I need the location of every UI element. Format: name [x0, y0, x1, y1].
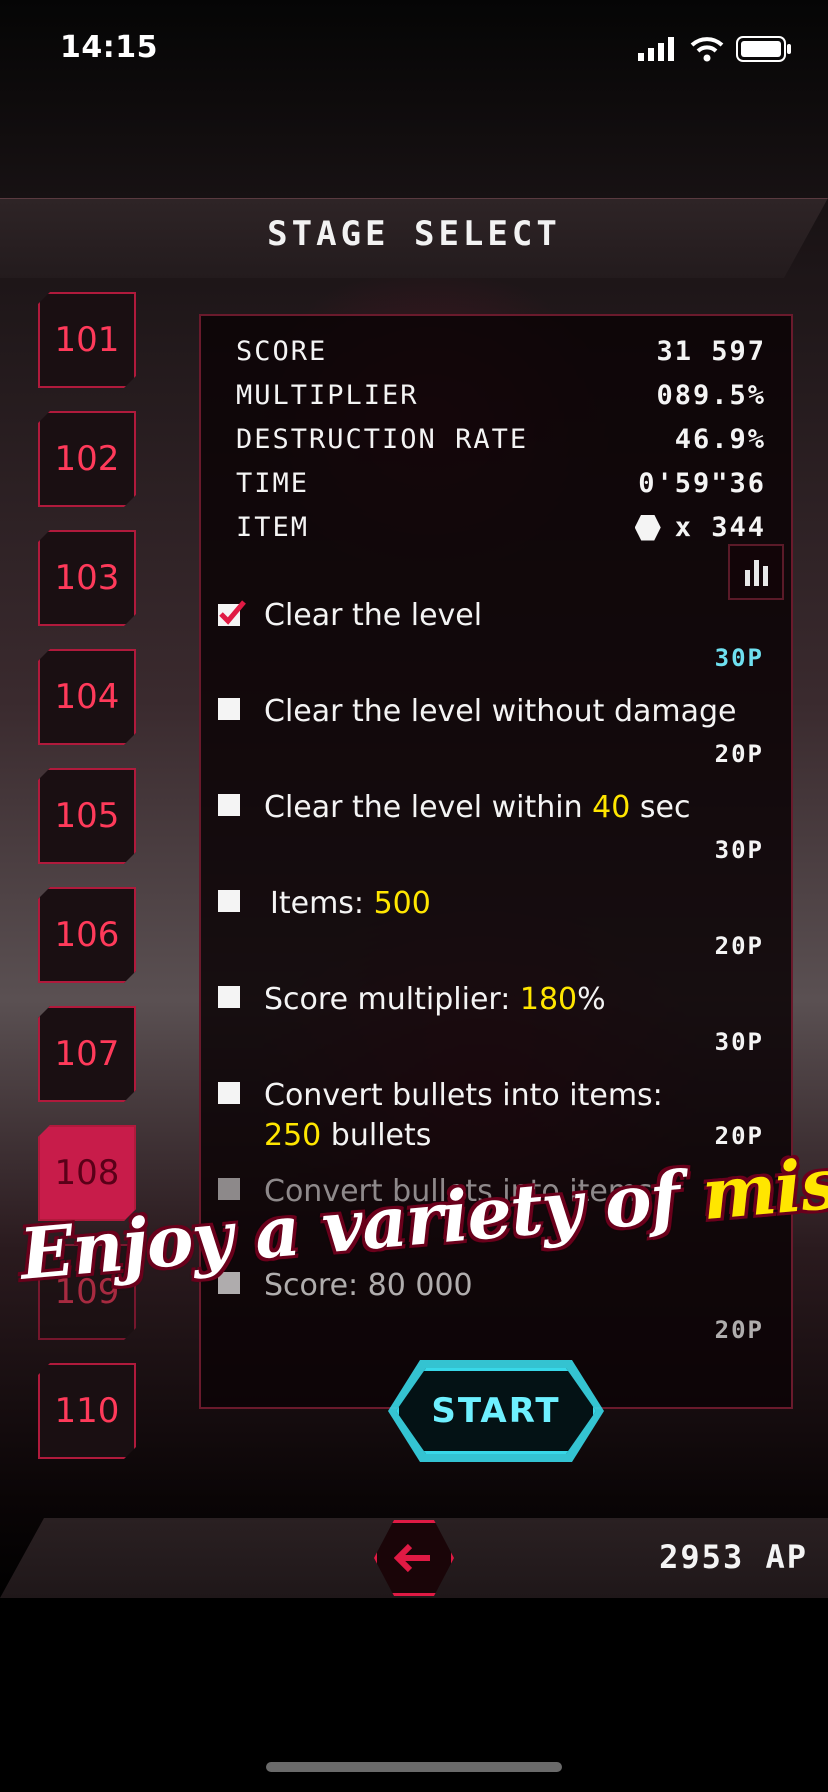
stat-score-value: 31 597	[656, 336, 766, 367]
checkbox[interactable]	[218, 986, 240, 1008]
mission-points: 20P	[714, 1316, 764, 1344]
stage-button-106[interactable]: 106	[38, 887, 136, 983]
ap-counter: 2953 AP	[659, 1538, 808, 1576]
stat-time: TIME 0'59"36	[236, 468, 766, 508]
mission-points: 30P	[714, 644, 764, 672]
mission-highlight: 180	[519, 982, 578, 1017]
mission-text: Score multiplier:	[264, 982, 520, 1017]
mission-item: Items: 500 20P	[218, 884, 778, 964]
mission-text: Items:	[270, 886, 374, 921]
stat-multiplier: MULTIPLIER 089.5%	[236, 380, 766, 420]
stat-time-value: 0'59"36	[638, 468, 766, 499]
mission-text-after: %	[577, 982, 606, 1017]
mission-points: 20P	[714, 1122, 764, 1150]
home-indicator[interactable]	[266, 1762, 562, 1772]
status-icons	[638, 36, 792, 62]
stat-item-value: x 344	[674, 512, 766, 543]
mission-item: Clear the level without damage 20P	[218, 692, 778, 772]
stat-score-label: SCORE	[236, 336, 328, 367]
stage-button-104[interactable]: 104	[38, 649, 136, 745]
stage-button-102[interactable]: 102	[38, 411, 136, 507]
battery-icon	[736, 36, 791, 62]
stat-multiplier-value: 089.5%	[656, 380, 766, 411]
checkbox[interactable]	[218, 698, 240, 720]
mission-points: 30P	[714, 836, 764, 864]
back-arrow-icon	[394, 1543, 430, 1573]
chart-icon	[744, 570, 750, 586]
mission-text: Clear the level	[264, 598, 483, 633]
stat-multiplier-label: MULTIPLIER	[236, 380, 419, 411]
mission-text: Clear the level without damage	[264, 694, 737, 729]
stat-destruction: DESTRUCTION RATE 46.9%	[236, 424, 766, 464]
checkbox-checked[interactable]	[218, 600, 246, 628]
mission-highlight: 250	[264, 1118, 322, 1153]
stat-item-label: ITEM	[236, 512, 310, 543]
stat-destruction-label: DESTRUCTION RATE	[236, 424, 529, 455]
mission-text-after: sec	[630, 790, 691, 825]
checkbox[interactable]	[218, 1082, 240, 1104]
page-title: STAGE SELECT	[267, 214, 561, 254]
mission-item: Convert bullets into items: 250 bullets …	[218, 1076, 778, 1166]
checkbox[interactable]	[218, 890, 240, 912]
mission-points: 20P	[714, 740, 764, 768]
stage-button-105[interactable]: 105	[38, 768, 136, 864]
signal-icon	[638, 37, 674, 61]
mission-text: Convert bullets into items:	[264, 1078, 663, 1113]
stage-button-110[interactable]: 110	[38, 1363, 136, 1459]
stat-item: ITEM x 344	[236, 512, 766, 552]
checkbox[interactable]	[218, 794, 240, 816]
stat-time-label: TIME	[236, 468, 310, 499]
stat-score: SCORE 31 597	[236, 336, 766, 376]
mission-points: 30P	[714, 1028, 764, 1056]
mission-text: Clear the level within	[264, 790, 593, 825]
mission-item: Clear the level within 40 sec 30P	[218, 788, 778, 868]
stage-button-101[interactable]: 101	[38, 292, 136, 388]
stage-button-103[interactable]: 103	[38, 530, 136, 626]
mission-points: 20P	[714, 932, 764, 960]
mission-item: Score multiplier: 180% 30P	[218, 980, 778, 1060]
mission-highlight: 500	[373, 886, 431, 921]
chart-button[interactable]	[728, 544, 784, 600]
stage-button-107[interactable]: 107	[38, 1006, 136, 1102]
hexagon-item-icon	[634, 514, 661, 541]
mission-text-after: bullets	[321, 1118, 432, 1153]
status-time: 14:15	[60, 30, 158, 65]
mission-highlight: 40	[592, 790, 631, 825]
stat-destruction-value: 46.9%	[674, 424, 766, 455]
start-button[interactable]: START	[396, 1368, 596, 1454]
wifi-icon	[690, 37, 724, 62]
mission-item: Clear the level 30P	[218, 596, 778, 676]
